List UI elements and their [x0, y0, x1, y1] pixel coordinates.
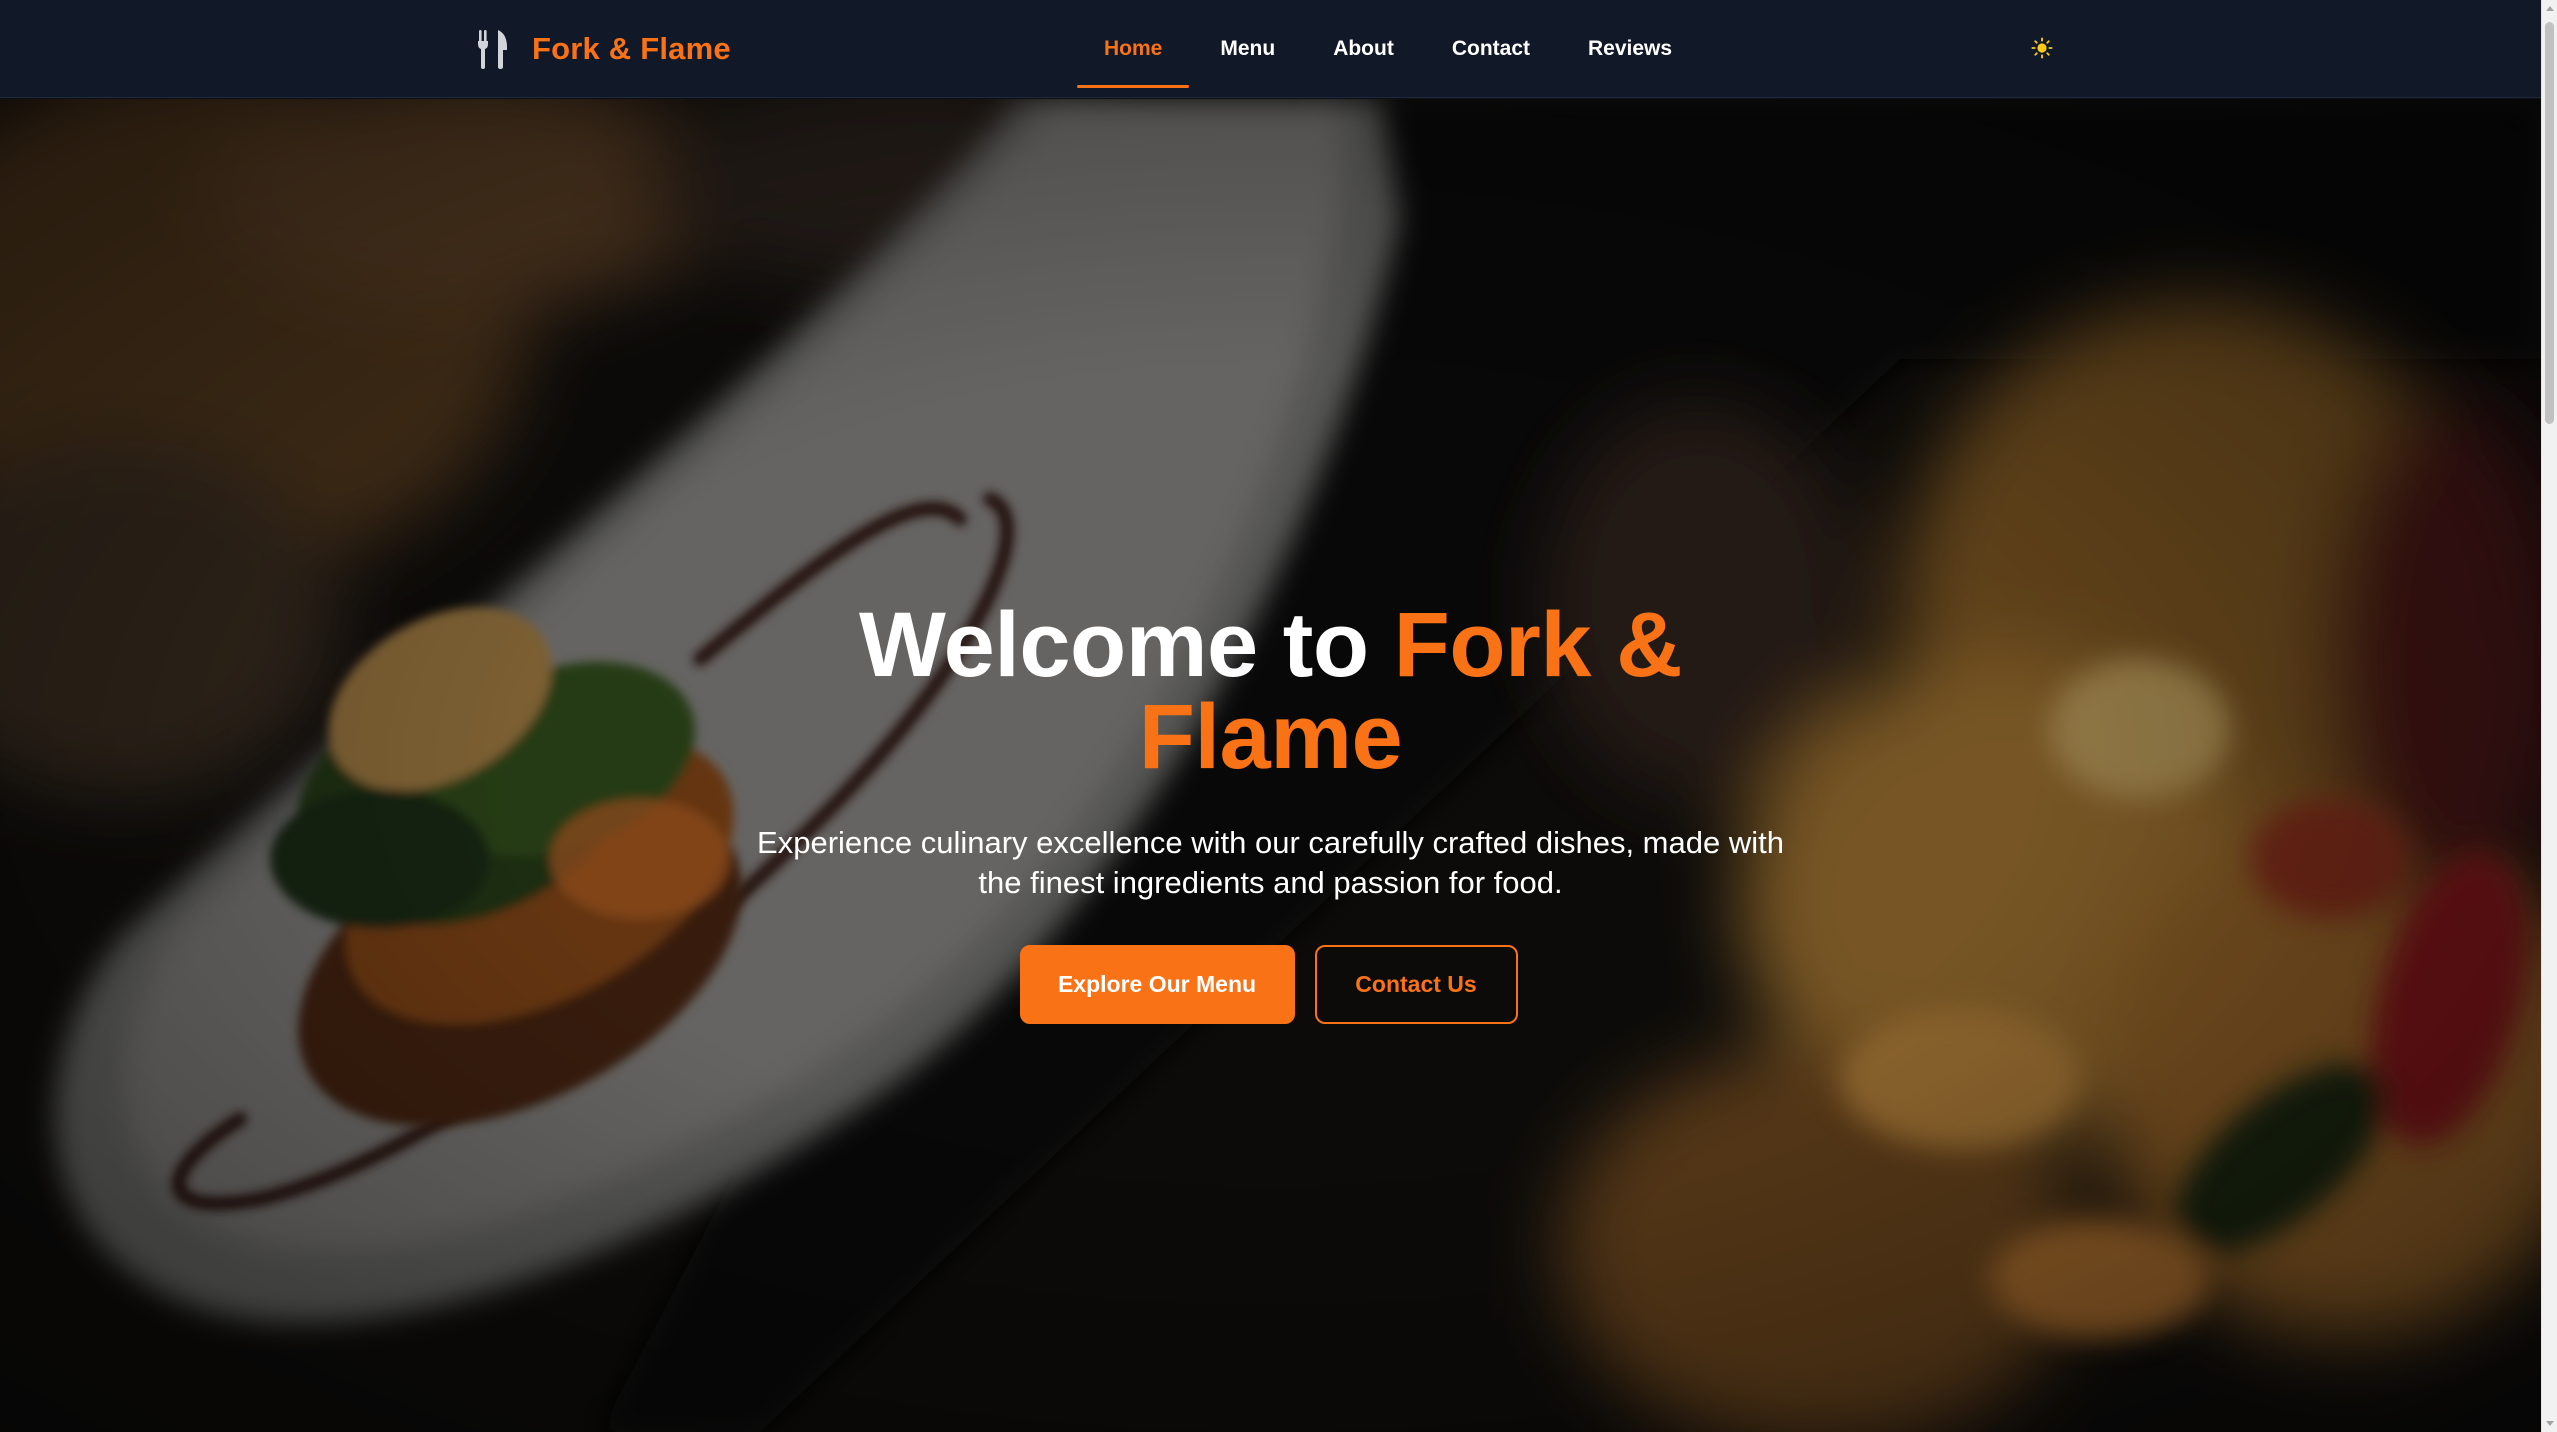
scroll-down-arrow-icon[interactable] — [2546, 1421, 2554, 1426]
nav-link-menu[interactable]: Menu — [1191, 10, 1304, 88]
hero-title: Welcome to Fork & Flame — [771, 599, 1771, 783]
navbar: Fork & Flame Home Menu About Contact Rev… — [0, 0, 2541, 98]
hero-actions: Explore Our Menu Contact Us — [0, 945, 2541, 1024]
main-nav: Home Menu About Contact Reviews — [1075, 0, 1701, 98]
brand-name: Fork & Flame — [532, 31, 731, 66]
nav-link-home[interactable]: Home — [1075, 10, 1191, 88]
scrollbar-thumb[interactable] — [2545, 22, 2554, 424]
contact-us-button[interactable]: Contact Us — [1314, 945, 1518, 1024]
hero-section: Welcome to Fork & Flame Experience culin… — [0, 99, 2541, 1432]
explore-menu-button[interactable]: Explore Our Menu — [1019, 945, 1295, 1024]
nav-link-about[interactable]: About — [1304, 10, 1423, 88]
theme-toggle-button[interactable] — [2024, 28, 2060, 68]
utensils-icon — [478, 30, 507, 69]
hero-subtitle: Experience culinary excellence with our … — [757, 825, 1784, 900]
page-scrollbar[interactable] — [2541, 0, 2557, 1432]
sun-icon — [2031, 37, 2053, 59]
nav-link-reviews[interactable]: Reviews — [1559, 10, 1701, 88]
hero-title-prefix: Welcome to — [858, 594, 1394, 696]
scroll-up-arrow-icon[interactable] — [2546, 6, 2554, 11]
nav-link-contact[interactable]: Contact — [1423, 10, 1559, 88]
hero-content: Welcome to Fork & Flame Experience culin… — [0, 599, 2541, 1024]
brand-logo-link[interactable]: Fork & Flame — [476, 26, 731, 72]
